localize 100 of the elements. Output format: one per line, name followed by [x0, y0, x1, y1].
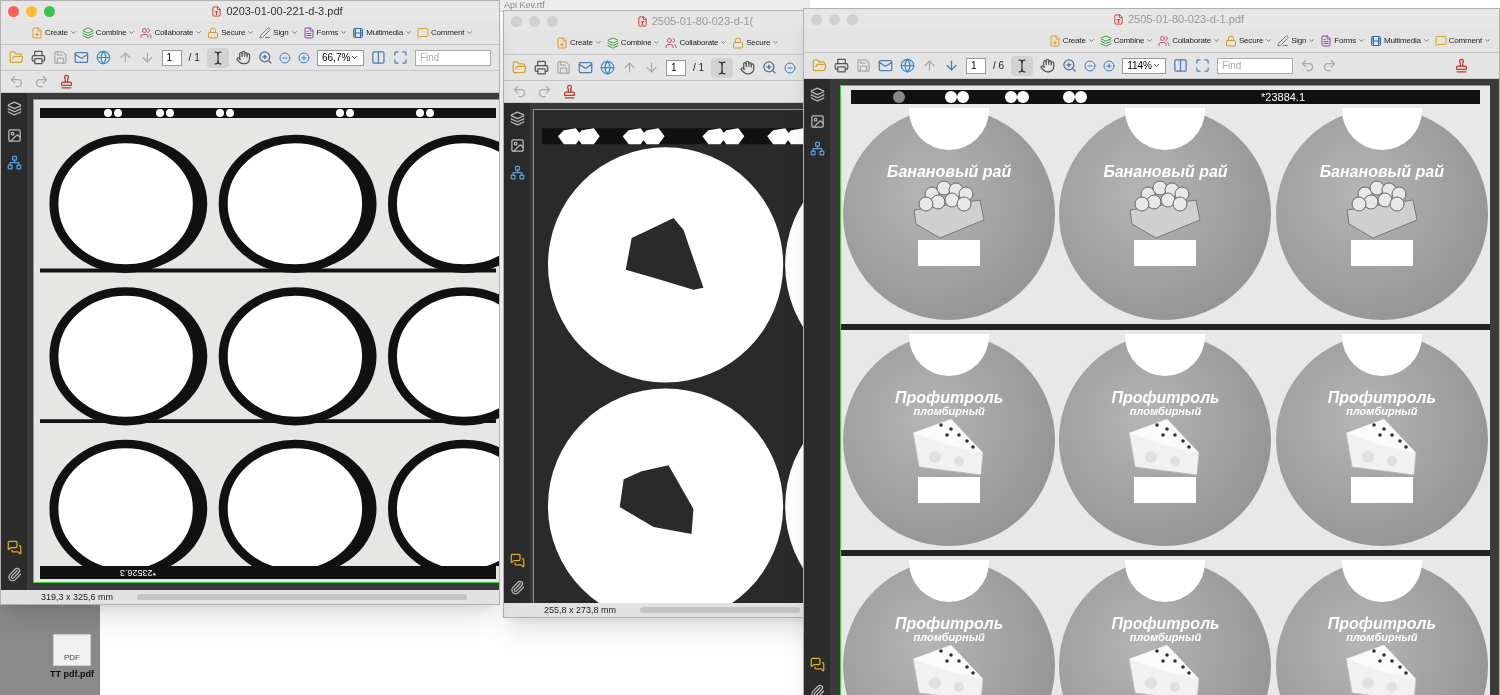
comments-icon[interactable] — [509, 553, 525, 568]
toolbar-menu-button[interactable]: Create — [556, 36, 602, 49]
toolbar-menu-button[interactable]: Combine — [1099, 34, 1154, 47]
find-field[interactable]: Find — [414, 49, 491, 66]
hand-icon[interactable] — [1040, 58, 1056, 73]
toolbar-menu-button[interactable]: Collaborate — [140, 26, 203, 39]
print-icon[interactable] — [834, 58, 849, 73]
toolbar-menu-button[interactable]: Comment — [416, 26, 474, 39]
hand-icon[interactable] — [740, 60, 756, 75]
zoom-icon[interactable] — [762, 60, 778, 75]
page-layout-icon[interactable] — [371, 50, 387, 65]
folder-icon[interactable] — [9, 50, 24, 65]
fit-page-icon[interactable] — [393, 50, 408, 65]
zoom-icon[interactable] — [257, 50, 273, 65]
folder-icon[interactable] — [512, 60, 527, 75]
zoom-icon[interactable] — [1062, 58, 1078, 73]
redo-icon[interactable] — [34, 74, 49, 89]
select-tool-button[interactable] — [206, 47, 229, 68]
comment-icon — [1434, 34, 1447, 47]
zoom-in-icon[interactable] — [1103, 59, 1116, 72]
zoom-out-icon[interactable] — [784, 61, 797, 74]
fit-page-icon[interactable] — [1194, 58, 1210, 73]
image-icon[interactable] — [809, 114, 825, 129]
file-name[interactable]: TT pdf.pdf — [50, 670, 94, 679]
page-number-field[interactable]: 1 — [666, 59, 686, 76]
toolbar-menu-button[interactable]: Forms — [1320, 34, 1366, 47]
toolbar-menu-button[interactable]: Collaborate — [665, 36, 728, 49]
toolbar-menu-button[interactable]: Multimedia — [352, 26, 412, 39]
toolbar-menu-button[interactable]: Create — [31, 26, 77, 39]
select-tool-button[interactable] — [1011, 55, 1034, 76]
tree-icon[interactable] — [809, 141, 825, 156]
globe-icon[interactable] — [600, 60, 615, 75]
toolbar-menu-button[interactable]: Create — [1048, 34, 1095, 47]
page-number-field[interactable]: 1 — [966, 57, 986, 74]
stamp-icon[interactable] — [59, 74, 74, 89]
paperclip-icon[interactable] — [809, 684, 825, 695]
product-subtitle: пломбирный — [1346, 632, 1418, 643]
undo-icon[interactable] — [9, 74, 24, 89]
undo-icon[interactable] — [1299, 58, 1315, 73]
label-plate — [1350, 240, 1413, 266]
mail-icon[interactable] — [878, 58, 893, 73]
zoom-out-icon[interactable] — [1084, 59, 1097, 72]
mail-icon[interactable] — [578, 60, 593, 75]
save-icon[interactable] — [556, 60, 571, 75]
paperclip-icon[interactable] — [6, 567, 22, 582]
find-field[interactable]: Find — [1216, 57, 1293, 74]
toolbar-menu-button[interactable]: Secure — [1225, 34, 1273, 47]
image-icon[interactable] — [6, 128, 22, 143]
redo-icon[interactable] — [537, 84, 552, 99]
folder-icon[interactable] — [812, 58, 827, 73]
page-layout-icon[interactable] — [1172, 58, 1188, 73]
save-icon[interactable] — [856, 58, 871, 73]
redo-icon[interactable] — [1321, 58, 1337, 73]
tree-icon[interactable] — [509, 165, 525, 180]
zoom-field[interactable]: 66,7% — [317, 49, 365, 66]
globe-icon[interactable] — [96, 50, 111, 65]
toolbar-menu-button[interactable]: Multimedia — [1370, 34, 1430, 47]
toolbar-menu-button[interactable]: Collaborate — [1158, 34, 1220, 47]
toolbar-menu-button[interactable]: Combine — [606, 36, 661, 49]
arrow-down-icon[interactable] — [139, 50, 155, 65]
stamp-tool-button[interactable] — [1453, 58, 1469, 73]
toolbar-menu-button[interactable]: Comment — [1434, 34, 1491, 47]
print-icon[interactable] — [30, 50, 46, 65]
select-tool-button[interactable] — [711, 57, 734, 78]
window-control-icon[interactable] — [8, 5, 19, 17]
save-icon[interactable] — [52, 50, 68, 65]
scrollbar[interactable] — [137, 594, 467, 600]
globe-icon[interactable] — [900, 58, 915, 73]
toolbar-menu-button[interactable]: Combine — [81, 26, 136, 39]
pdf-file-icon[interactable]: PDF — [53, 634, 91, 666]
toolbar-menu-button[interactable]: Sign — [1277, 34, 1316, 47]
window-control-icon[interactable] — [44, 5, 55, 17]
toolbar-menu-button[interactable]: Secure — [732, 36, 780, 49]
stamp-icon[interactable] — [562, 84, 577, 99]
arrow-up-icon[interactable] — [118, 50, 133, 65]
layers-icon[interactable] — [809, 87, 825, 102]
caret-icon — [1146, 37, 1154, 44]
zoom-out-icon[interactable] — [279, 51, 292, 64]
zoom-in-icon[interactable] — [298, 51, 310, 64]
lock-icon — [1225, 34, 1237, 47]
caret-icon — [653, 39, 661, 46]
zoom-field[interactable]: 114% — [1122, 57, 1166, 74]
comments-icon[interactable] — [6, 540, 22, 555]
print-icon[interactable] — [534, 60, 549, 75]
toolbar-menu-button[interactable]: Sign — [259, 26, 298, 39]
hand-icon[interactable] — [235, 50, 251, 65]
image-icon[interactable] — [509, 138, 525, 153]
page-number-field[interactable]: 1 — [161, 49, 182, 66]
toolbar-menu-button[interactable]: Secure — [207, 26, 255, 39]
mail-icon[interactable] — [74, 50, 90, 65]
undo-icon[interactable] — [512, 84, 527, 99]
layers-icon[interactable] — [509, 111, 525, 126]
toolbar-menu-button[interactable]: Forms — [302, 26, 348, 39]
scrollbar[interactable] — [640, 607, 800, 613]
label-plate — [1134, 240, 1197, 266]
tree-icon[interactable] — [6, 155, 22, 170]
layers-icon[interactable] — [6, 101, 22, 116]
paperclip-icon[interactable] — [509, 580, 525, 595]
comments-icon[interactable] — [809, 657, 825, 672]
pdf-file-icon — [1112, 13, 1124, 25]
